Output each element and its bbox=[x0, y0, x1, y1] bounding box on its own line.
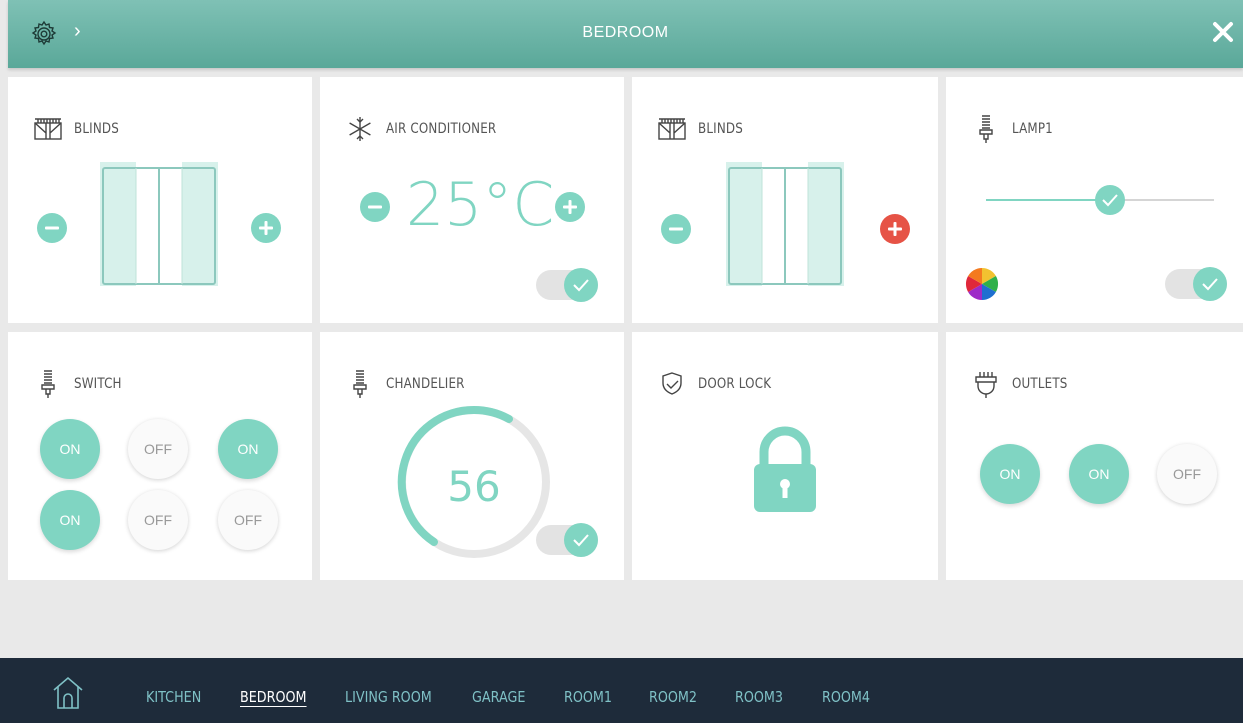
switch-button-6[interactable]: OFF bbox=[218, 490, 278, 550]
nav-living-room[interactable]: LIVING ROOM bbox=[345, 688, 432, 706]
outlets-card: OUTLETS ON ON OFF bbox=[946, 332, 1243, 580]
blinds-decrease-button[interactable] bbox=[37, 213, 67, 243]
bottom-navigation: KITCHEN BEDROOM LIVING ROOM GARAGE ROOM1… bbox=[0, 658, 1243, 723]
plus-icon bbox=[563, 200, 577, 214]
card-title: CHANDELIER bbox=[386, 376, 465, 392]
blinds-decrease-button[interactable] bbox=[661, 214, 691, 244]
aircon-toggle[interactable] bbox=[536, 268, 598, 302]
plug-icon bbox=[975, 372, 997, 398]
lightbulb-icon bbox=[353, 370, 367, 398]
card-title: BLINDS bbox=[698, 121, 743, 137]
card-title: AIR CONDITIONER bbox=[386, 121, 497, 137]
close-icon[interactable] bbox=[1209, 18, 1237, 46]
shield-check-icon bbox=[662, 372, 682, 395]
switch-button-1[interactable]: ON bbox=[40, 419, 100, 479]
nav-room3[interactable]: ROOM3 bbox=[735, 688, 783, 706]
card-title: SWITCH bbox=[74, 376, 122, 392]
snowflake-icon bbox=[349, 117, 371, 141]
toggle-knob bbox=[564, 523, 598, 557]
nav-garage[interactable]: GARAGE bbox=[472, 688, 525, 706]
nav-room2[interactable]: ROOM2 bbox=[649, 688, 697, 706]
switch-button-4[interactable]: ON bbox=[40, 490, 100, 550]
check-icon bbox=[573, 534, 589, 547]
check-icon bbox=[573, 279, 589, 292]
minus-icon bbox=[368, 205, 382, 209]
nav-room1[interactable]: ROOM1 bbox=[564, 688, 612, 706]
brightness-slider[interactable] bbox=[984, 183, 1216, 217]
door-lock-card: DOOR LOCK bbox=[632, 332, 938, 580]
card-title: BLINDS bbox=[74, 121, 119, 137]
outlet-button-3[interactable]: OFF bbox=[1157, 444, 1217, 504]
switch-button-2[interactable]: OFF bbox=[128, 419, 188, 479]
blinds-increase-button[interactable] bbox=[251, 213, 281, 243]
nav-room4[interactable]: ROOM4 bbox=[822, 688, 870, 706]
chandelier-toggle[interactable] bbox=[536, 523, 598, 557]
minus-icon bbox=[669, 227, 683, 231]
blinds-icon bbox=[34, 118, 62, 140]
home-icon[interactable] bbox=[48, 672, 88, 712]
minus-icon bbox=[45, 226, 59, 230]
toggle-knob bbox=[1193, 267, 1227, 301]
lamp1-card: LAMP1 bbox=[946, 77, 1243, 323]
temperature-display: 25°C bbox=[406, 170, 555, 240]
card-title: DOOR LOCK bbox=[698, 376, 772, 392]
blinds-card-1: BLINDS bbox=[8, 77, 312, 323]
card-title: LAMP1 bbox=[1012, 121, 1053, 137]
lightbulb-icon bbox=[41, 370, 55, 398]
chandelier-card: CHANDELIER 56 bbox=[320, 332, 624, 580]
air-conditioner-card: AIR CONDITIONER 25°C bbox=[320, 77, 624, 323]
plus-icon bbox=[259, 221, 273, 235]
top-bar: › BEDROOM bbox=[8, 0, 1243, 68]
switch-button-3[interactable]: ON bbox=[218, 419, 278, 479]
nav-bedroom[interactable]: BEDROOM bbox=[240, 688, 307, 706]
padlock-icon[interactable] bbox=[750, 426, 820, 516]
lightbulb-icon bbox=[979, 115, 993, 143]
plus-icon bbox=[888, 222, 902, 236]
blinds-visual bbox=[100, 162, 218, 286]
switch-card: SWITCH ON OFF ON ON OFF OFF bbox=[8, 332, 312, 580]
toggle-knob bbox=[564, 268, 598, 302]
nav-kitchen[interactable]: KITCHEN bbox=[146, 688, 201, 706]
page-title: BEDROOM bbox=[582, 24, 669, 41]
card-title: OUTLETS bbox=[1012, 376, 1068, 392]
lamp1-toggle[interactable] bbox=[1165, 267, 1227, 301]
blinds-icon bbox=[658, 118, 686, 140]
blinds-increase-button[interactable] bbox=[880, 214, 910, 244]
switch-button-5[interactable]: OFF bbox=[128, 490, 188, 550]
outlet-button-2[interactable]: ON bbox=[1069, 444, 1129, 504]
blinds-visual bbox=[726, 162, 844, 286]
outlet-button-1[interactable]: ON bbox=[980, 444, 1040, 504]
check-icon bbox=[1202, 278, 1218, 291]
temperature-increase-button[interactable] bbox=[555, 192, 585, 222]
chandelier-value: 56 bbox=[447, 462, 501, 511]
temperature-decrease-button[interactable] bbox=[360, 192, 390, 222]
color-wheel-icon[interactable] bbox=[964, 266, 1000, 302]
blinds-card-2: BLINDS bbox=[632, 77, 938, 323]
